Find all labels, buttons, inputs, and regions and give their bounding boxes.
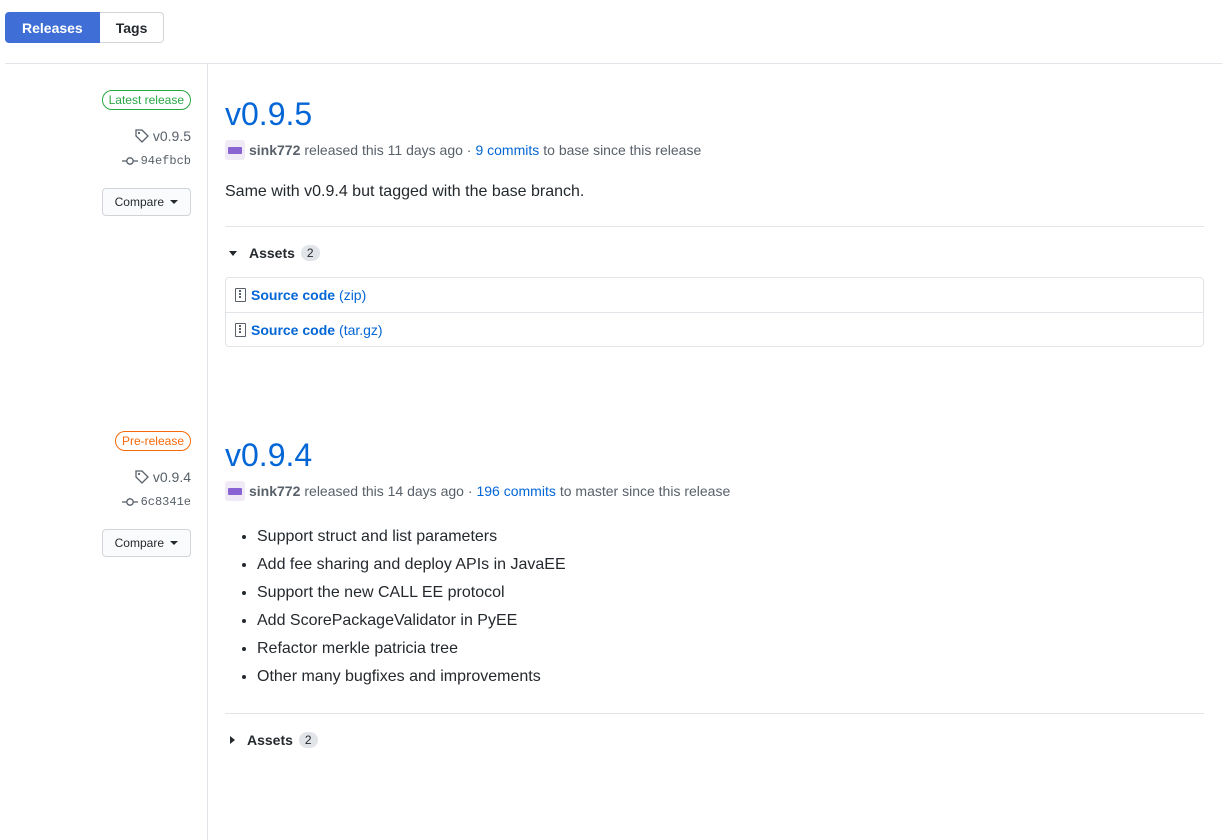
release-sidebar: Pre-release: [114, 431, 191, 451]
compare-label: Compare: [114, 536, 164, 550]
asset-item[interactable]: Source code (zip): [226, 278, 1203, 312]
assets-label: Assets: [247, 732, 293, 748]
timeline-divider: [207, 64, 208, 840]
author-link[interactable]: sink772: [249, 142, 300, 158]
assets-toggle[interactable]: Assets 2: [225, 245, 1204, 261]
asset-name: Source code: [251, 287, 336, 303]
release-commit-line: 94efbcb: [121, 154, 191, 168]
tab-releases[interactable]: Releases: [5, 12, 100, 43]
release-tag[interactable]: v0.9.4: [153, 469, 191, 485]
release-tabs: Releases Tags: [5, 12, 165, 43]
compare-button[interactable]: Compare: [101, 529, 191, 557]
list-item: Other many bugfixes and improvements: [257, 663, 1204, 691]
list-item: Add fee sharing and deploy APIs in JavaE…: [257, 551, 1204, 579]
release-title[interactable]: v0.9.4: [225, 435, 1204, 475]
assets-count: 2: [300, 245, 320, 261]
assets-list: Source code (zip) Source code (tar.gz): [225, 277, 1204, 347]
list-item: Support struct and list parameters: [257, 523, 1204, 551]
assets-toggle[interactable]: Assets 2: [225, 732, 1204, 748]
released-text: released this 11 days ago ·: [304, 142, 472, 158]
release-tag-line: v0.9.5: [134, 128, 191, 144]
assets-count: 2: [298, 732, 318, 748]
latest-release-badge: Latest release: [101, 90, 191, 110]
compare-button[interactable]: Compare: [101, 188, 191, 216]
asset-item[interactable]: Source code (tar.gz): [226, 312, 1203, 346]
tab-tags[interactable]: Tags: [99, 12, 165, 43]
released-text: released this 14 days ago ·: [304, 483, 473, 499]
commit-icon: [121, 498, 138, 506]
commit-sha[interactable]: 6c8341e: [141, 495, 191, 509]
compare-label: Compare: [114, 195, 164, 209]
author-link[interactable]: sink772: [249, 483, 300, 499]
file-zip-icon: [235, 288, 246, 302]
commit-icon: [121, 157, 138, 165]
commits-suffix: to base since this release: [543, 142, 702, 158]
release-notes: Support struct and list parameters Add f…: [225, 523, 1204, 691]
asset-name: Source code: [251, 321, 336, 338]
caret-down-icon: [170, 541, 178, 545]
release-tag-line: v0.9.4: [134, 469, 191, 485]
divider: [5, 63, 1222, 64]
list-item: Add ScorePackageValidator in PyEE: [257, 607, 1204, 635]
pre-release-badge: Pre-release: [114, 431, 191, 451]
release-byline: sink772 released this 14 days ago · 196 …: [225, 481, 1204, 501]
release-commit-line: 6c8341e: [121, 495, 191, 509]
avatar[interactable]: [225, 140, 245, 160]
commit-sha[interactable]: 94efbcb: [141, 154, 191, 168]
release-tag[interactable]: v0.9.5: [153, 128, 191, 144]
release-entry: v0.9.4 sink772 released this 14 days ago…: [225, 435, 1204, 748]
tag-icon: [135, 129, 149, 143]
caret-down-icon: [170, 200, 178, 204]
asset-ext: (zip): [339, 287, 367, 303]
release-body: Same with v0.9.4 but tagged with the bas…: [225, 183, 585, 200]
list-item: Refactor merkle patricia tree: [257, 635, 1204, 663]
list-item: Support the new CALL EE protocol: [257, 579, 1204, 607]
triangle-right-icon: [230, 736, 235, 744]
file-zip-icon: [235, 322, 246, 337]
asset-ext: (tar.gz): [339, 321, 383, 338]
avatar[interactable]: [225, 481, 245, 501]
commits-link[interactable]: 9 commits: [475, 142, 539, 158]
divider: [225, 226, 1204, 227]
commits-link[interactable]: 196 commits: [476, 483, 555, 499]
release-sidebar: Latest release: [101, 90, 191, 110]
release-byline: sink772 released this 11 days ago · 9 co…: [225, 140, 1204, 160]
assets-label: Assets: [249, 245, 295, 261]
commits-suffix: to master since this release: [559, 483, 731, 499]
tag-icon: [135, 470, 149, 484]
divider: [225, 713, 1204, 714]
next-release-peek: [225, 826, 315, 840]
triangle-down-icon: [229, 250, 237, 256]
release-title[interactable]: v0.9.5: [225, 94, 1204, 134]
release-entry: v0.9.5 sink772 released this 11 days ago…: [225, 94, 1204, 347]
